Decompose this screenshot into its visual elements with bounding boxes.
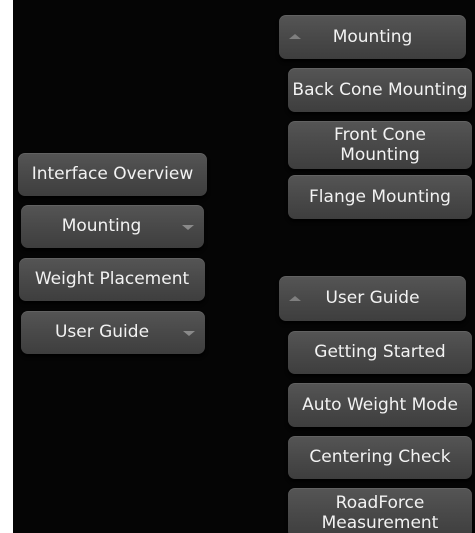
chevron-down-icon xyxy=(183,330,195,336)
front-cone-mounting-label: Front Cone Mounting xyxy=(334,124,426,165)
centering-check-button[interactable]: Centering Check xyxy=(288,436,472,479)
interface-overview-label: Interface Overview xyxy=(31,164,194,185)
mounting-dropdown-button[interactable]: Mounting xyxy=(21,205,204,248)
user-guide-label: User Guide xyxy=(54,322,150,343)
weight-placement-label: Weight Placement xyxy=(34,269,190,290)
chevron-up-icon xyxy=(289,295,301,301)
auto-weight-mode-label: Auto Weight Mode xyxy=(302,394,458,415)
interface-overview-button[interactable]: Interface Overview xyxy=(18,153,207,196)
centering-check-label: Centering Check xyxy=(309,447,451,468)
chevron-down-icon xyxy=(182,224,194,230)
weight-placement-button[interactable]: Weight Placement xyxy=(19,258,205,301)
back-cone-mounting-label: Back Cone Mounting xyxy=(292,79,468,100)
flange-mounting-button[interactable]: Flange Mounting xyxy=(288,175,472,219)
roadforce-measurement-label: RoadForce Measurement xyxy=(321,492,439,533)
chevron-up-icon xyxy=(289,34,301,39)
mounting-label: Mounting xyxy=(61,216,142,237)
flange-mounting-label: Flange Mounting xyxy=(309,186,451,207)
user-guide-menu-header-label: User Guide xyxy=(325,288,420,309)
user-guide-menu-header[interactable]: User Guide xyxy=(279,276,466,321)
roadforce-measurement-button[interactable]: RoadForce Measurement xyxy=(288,488,472,533)
app-screen: Interface Overview Mounting Weight Place… xyxy=(13,0,475,533)
user-guide-dropdown-button[interactable]: User Guide xyxy=(21,311,205,354)
getting-started-button[interactable]: Getting Started xyxy=(288,331,472,374)
front-cone-mounting-button[interactable]: Front Cone Mounting xyxy=(288,121,472,169)
mounting-menu-header[interactable]: Mounting xyxy=(279,15,466,59)
mounting-menu-header-label: Mounting xyxy=(332,26,413,47)
back-cone-mounting-button[interactable]: Back Cone Mounting xyxy=(288,68,472,112)
auto-weight-mode-button[interactable]: Auto Weight Mode xyxy=(288,383,472,427)
getting-started-label: Getting Started xyxy=(314,342,446,363)
